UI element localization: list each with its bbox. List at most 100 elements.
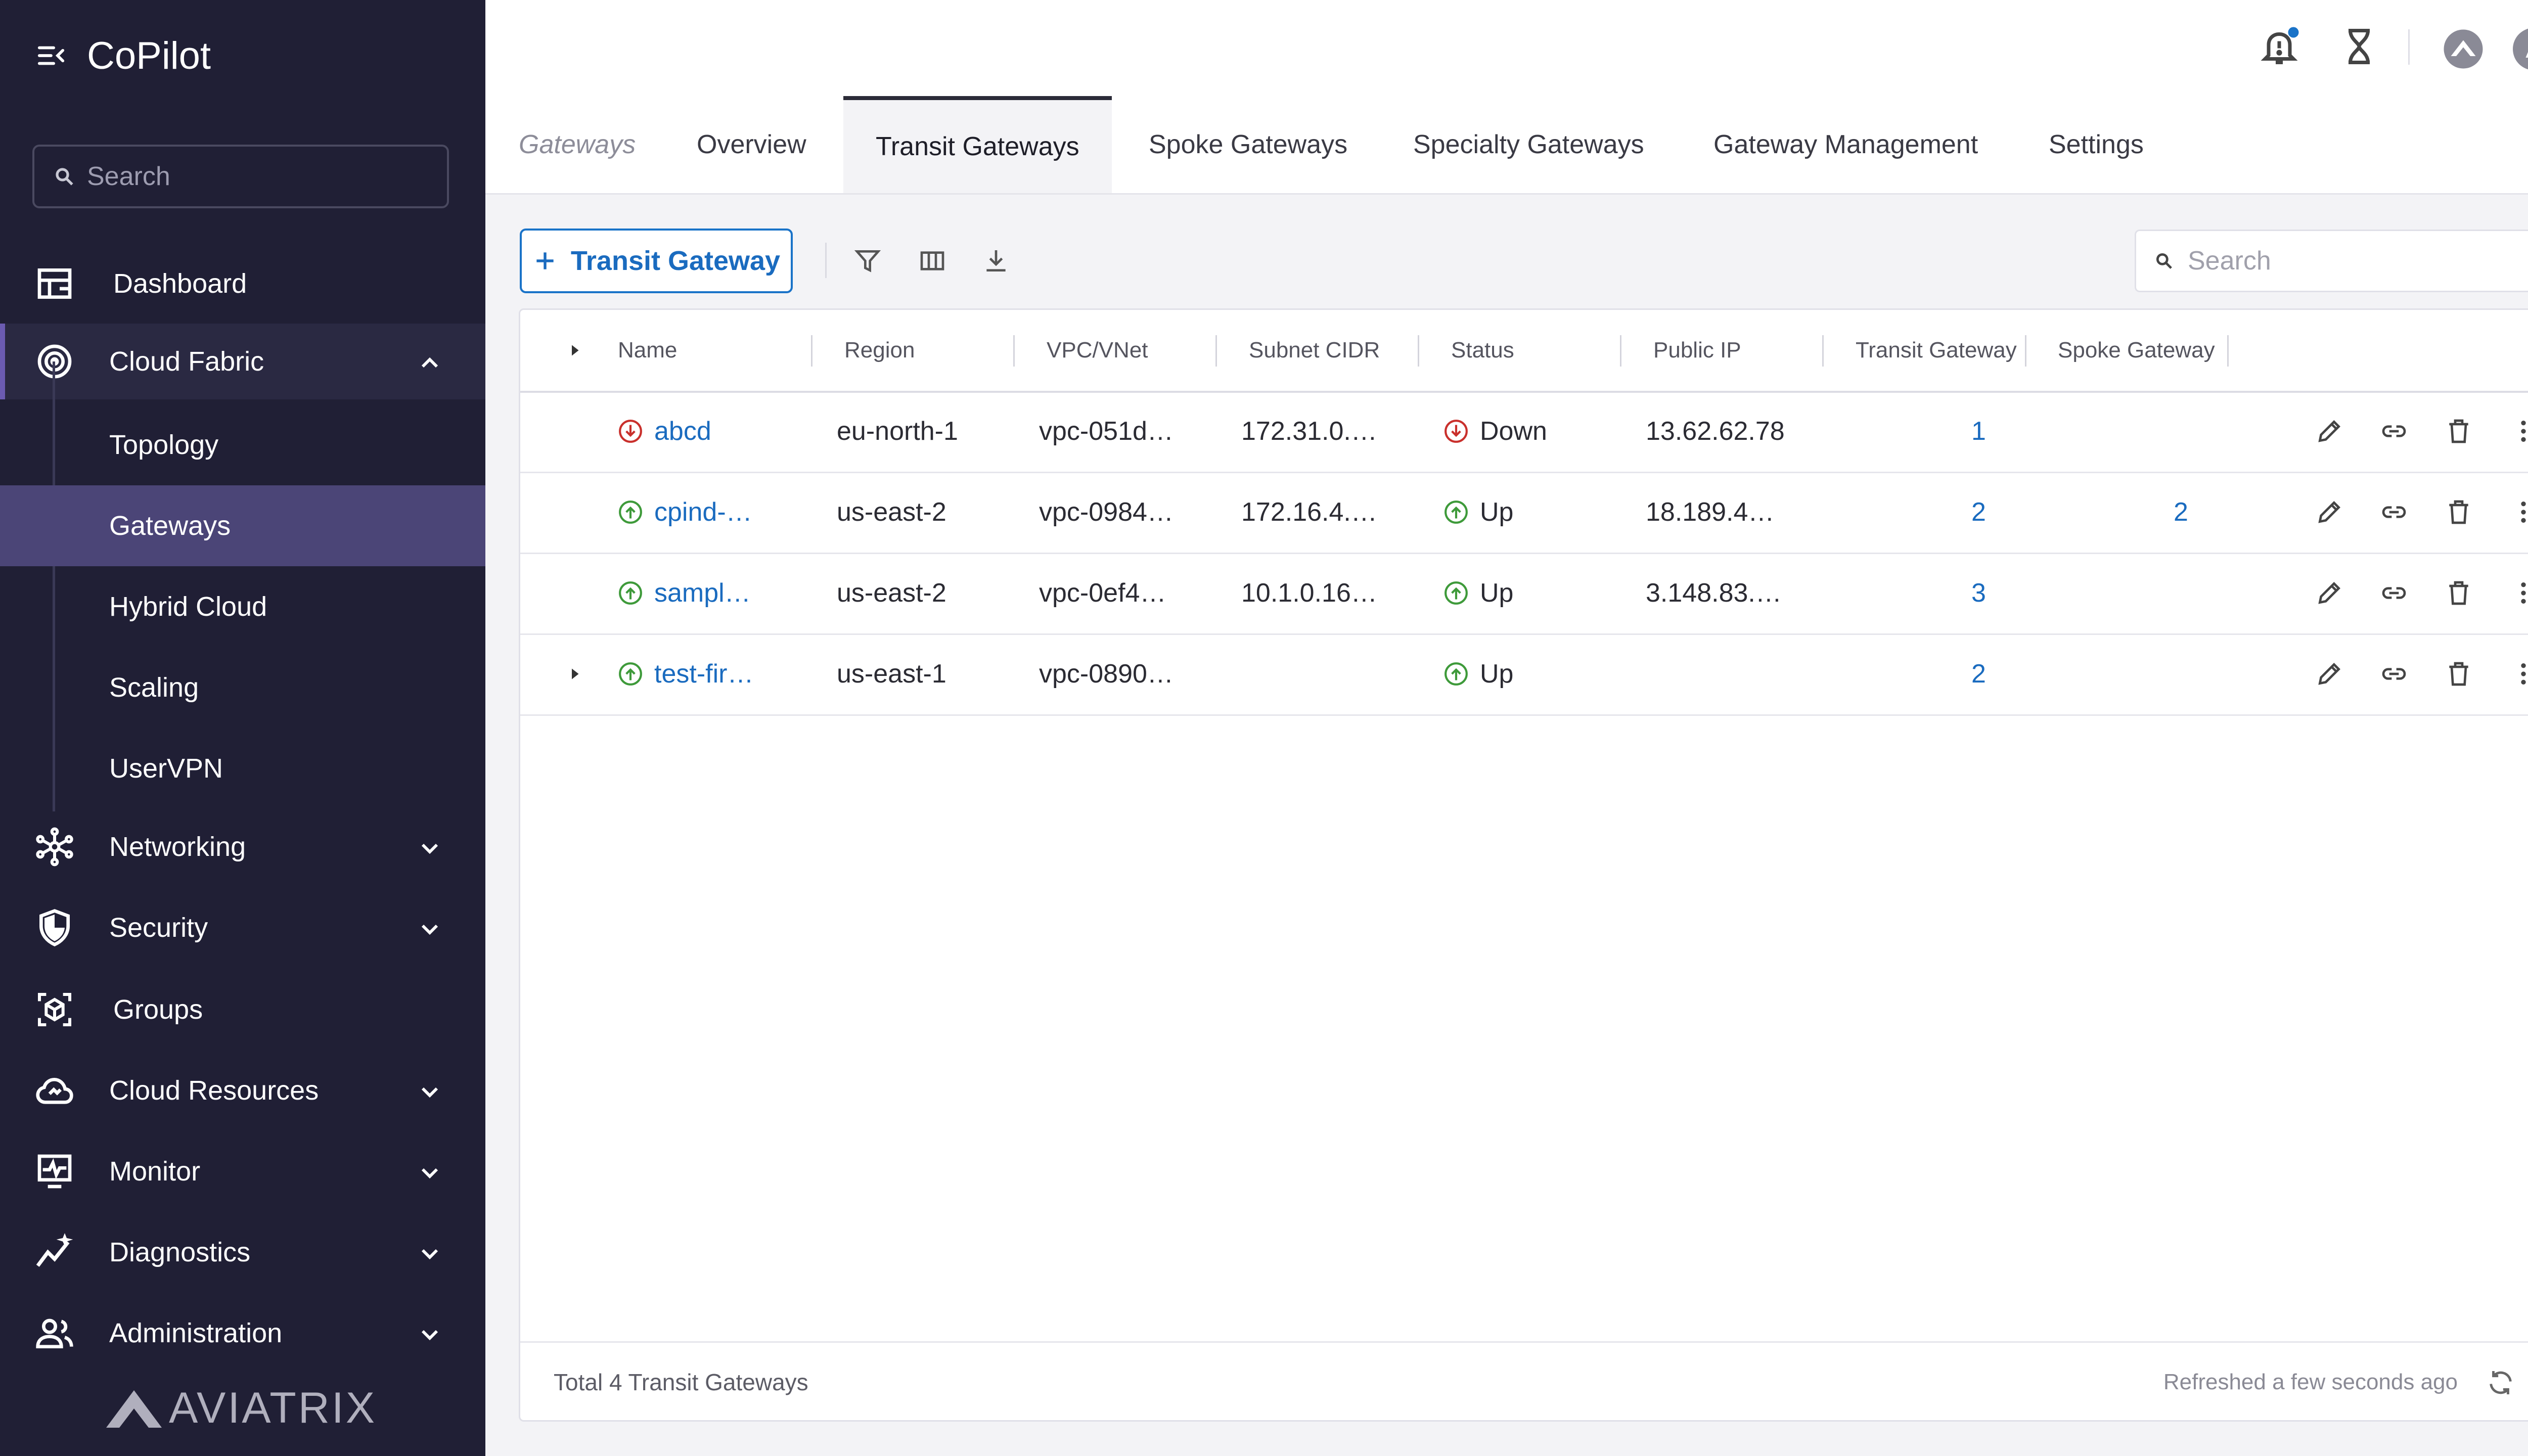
chevron-up-icon[interactable] bbox=[416, 349, 444, 377]
sidebar-item-networking[interactable]: Networking bbox=[0, 809, 485, 885]
gateway-name-link[interactable]: sampl… bbox=[618, 553, 751, 633]
sidebar-subitem-topology[interactable]: Topology bbox=[0, 404, 485, 485]
status-cell: Up bbox=[1443, 472, 1513, 553]
top-bar bbox=[485, 0, 2528, 98]
delete-icon[interactable] bbox=[2445, 660, 2473, 688]
chevron-down-icon[interactable] bbox=[416, 1321, 444, 1349]
tab-specialty-gateways[interactable]: Specialty Gateways bbox=[1413, 96, 1644, 193]
sidebar-subitem-gateways[interactable]: Gateways bbox=[0, 485, 485, 566]
chevron-down-icon[interactable] bbox=[416, 834, 444, 862]
tab-overview[interactable]: Overview bbox=[697, 96, 806, 193]
spoke-count-link[interactable]: 2 bbox=[2174, 472, 2188, 553]
sidebar-subitem-uservpn[interactable]: UserVPN bbox=[0, 728, 485, 809]
transit-count-link[interactable]: 2 bbox=[1971, 472, 1986, 553]
table-search[interactable] bbox=[2135, 230, 2528, 292]
sidebar-subitem-scaling[interactable]: Scaling bbox=[0, 647, 485, 728]
column-separator[interactable] bbox=[2025, 335, 2026, 367]
more-icon[interactable] bbox=[2509, 579, 2528, 607]
table-row[interactable]: test-fir… us-east-1 vpc-0890… Up 2 bbox=[520, 633, 2528, 716]
table-row[interactable]: sampl… us-east-2 vpc-0ef4… 10.1.0.16… Up… bbox=[520, 553, 2528, 635]
more-icon[interactable] bbox=[2509, 417, 2528, 445]
column-header-region[interactable]: Region bbox=[844, 310, 915, 391]
transit-count-link[interactable]: 2 bbox=[1971, 633, 1986, 714]
more-icon[interactable] bbox=[2509, 498, 2528, 526]
edit-icon[interactable] bbox=[2315, 579, 2343, 607]
sidebar-search-input[interactable] bbox=[86, 161, 432, 192]
delete-icon[interactable] bbox=[2445, 498, 2473, 526]
column-header-subnet[interactable]: Subnet CIDR bbox=[1249, 310, 1380, 391]
hourglass-icon[interactable] bbox=[2338, 25, 2380, 68]
sidebar-item-cloud-resources[interactable]: Cloud Resources bbox=[0, 1053, 485, 1128]
download-icon[interactable] bbox=[982, 247, 1010, 275]
table-search-input[interactable] bbox=[2187, 245, 2528, 277]
add-transit-gateway-button[interactable]: Transit Gateway bbox=[520, 229, 793, 293]
column-header-public-ip[interactable]: Public IP bbox=[1653, 310, 1741, 391]
chevron-down-icon[interactable] bbox=[416, 1240, 444, 1268]
transit-count-link[interactable]: 1 bbox=[1971, 391, 1986, 472]
sidebar-item-security[interactable]: Security bbox=[0, 890, 485, 966]
refresh-status: Refreshed a few seconds ago bbox=[2163, 1370, 2458, 1394]
link-icon[interactable] bbox=[2380, 417, 2408, 445]
tab-transit-gateways[interactable]: Transit Gateways bbox=[843, 96, 1112, 193]
column-separator[interactable] bbox=[1013, 335, 1015, 367]
diagnostics-icon bbox=[36, 1233, 73, 1267]
sidebar-item-label: Groups bbox=[113, 994, 203, 1025]
region-cell: us-east-1 bbox=[837, 659, 946, 689]
tab-spoke-gateways[interactable]: Spoke Gateways bbox=[1149, 96, 1347, 193]
delete-icon[interactable] bbox=[2445, 417, 2473, 445]
gateway-name-link[interactable]: test-fir… bbox=[618, 633, 753, 714]
column-separator[interactable] bbox=[1418, 335, 1419, 367]
tab-gateway-management[interactable]: Gateway Management bbox=[1713, 96, 1978, 193]
gateway-name-link[interactable]: abcd bbox=[618, 391, 711, 472]
vpc-cell: vpc-0984… bbox=[1039, 497, 1173, 527]
sidebar-item-diagnostics[interactable]: Diagnostics bbox=[0, 1214, 485, 1290]
groups-cube-icon bbox=[38, 993, 71, 1026]
column-separator[interactable] bbox=[1620, 335, 1621, 367]
expand-all-icon[interactable] bbox=[566, 341, 584, 359]
column-separator[interactable] bbox=[1822, 335, 1824, 367]
columns-icon[interactable] bbox=[918, 247, 946, 275]
add-button-label: Transit Gateway bbox=[570, 246, 781, 276]
aviatrix-logo-icon[interactable] bbox=[2442, 28, 2485, 70]
breadcrumb[interactable]: Gateways bbox=[519, 96, 636, 193]
link-icon[interactable] bbox=[2380, 498, 2408, 526]
sidebar-search[interactable] bbox=[32, 145, 449, 208]
bell-icon[interactable] bbox=[2258, 25, 2300, 68]
column-header-status[interactable]: Status bbox=[1451, 310, 1514, 391]
column-header-transit-gateway[interactable]: Transit Gateway bbox=[1856, 310, 2017, 391]
column-header-vpc[interactable]: VPC/VNet bbox=[1047, 310, 1148, 391]
column-header-spoke-gateway[interactable]: Spoke Gateway bbox=[2058, 310, 2215, 391]
tab-settings[interactable]: Settings bbox=[2049, 96, 2144, 193]
edit-icon[interactable] bbox=[2315, 498, 2343, 526]
edit-icon[interactable] bbox=[2315, 417, 2343, 445]
chevron-down-icon[interactable] bbox=[416, 1078, 444, 1106]
gateway-name-link[interactable]: cpind-… bbox=[618, 472, 752, 553]
delete-icon[interactable] bbox=[2445, 579, 2473, 607]
transit-count-link[interactable]: 3 bbox=[1971, 553, 1986, 633]
sidebar-item-groups[interactable]: Groups bbox=[0, 972, 485, 1048]
chevron-down-icon[interactable] bbox=[416, 915, 444, 943]
sidebar-item-dashboard[interactable]: Dashboard bbox=[0, 246, 485, 322]
more-icon[interactable] bbox=[2509, 660, 2528, 688]
column-separator[interactable] bbox=[811, 335, 812, 367]
sidebar-item-administration[interactable]: Administration bbox=[0, 1295, 485, 1371]
sidebar-item-label: Security bbox=[109, 913, 208, 943]
column-separator[interactable] bbox=[2227, 335, 2229, 367]
column-separator[interactable] bbox=[1215, 335, 1217, 367]
table-row[interactable]: abcd eu-north-1 vpc-051d… 172.31.0.… Dow… bbox=[520, 391, 2528, 473]
link-icon[interactable] bbox=[2380, 660, 2408, 688]
refresh-icon[interactable] bbox=[2486, 1368, 2515, 1397]
sidebar-item-monitor[interactable]: Monitor bbox=[0, 1133, 485, 1209]
table-row[interactable]: cpind-… us-east-2 vpc-0984… 172.16.4.… U… bbox=[520, 472, 2528, 554]
link-icon[interactable] bbox=[2380, 579, 2408, 607]
sidebar-item-cloud-fabric[interactable]: Cloud Fabric bbox=[0, 324, 485, 399]
filter-icon[interactable] bbox=[853, 247, 882, 275]
row-expand-icon[interactable] bbox=[566, 665, 584, 683]
edit-icon[interactable] bbox=[2315, 660, 2343, 688]
menu-collapse-icon[interactable] bbox=[35, 40, 67, 71]
search-icon bbox=[56, 168, 73, 186]
column-header-name[interactable]: Name bbox=[618, 310, 677, 391]
status-text: Up bbox=[1480, 497, 1514, 527]
chevron-down-icon[interactable] bbox=[416, 1159, 444, 1187]
sidebar-subitem-hybrid-cloud[interactable]: Hybrid Cloud bbox=[0, 566, 485, 647]
